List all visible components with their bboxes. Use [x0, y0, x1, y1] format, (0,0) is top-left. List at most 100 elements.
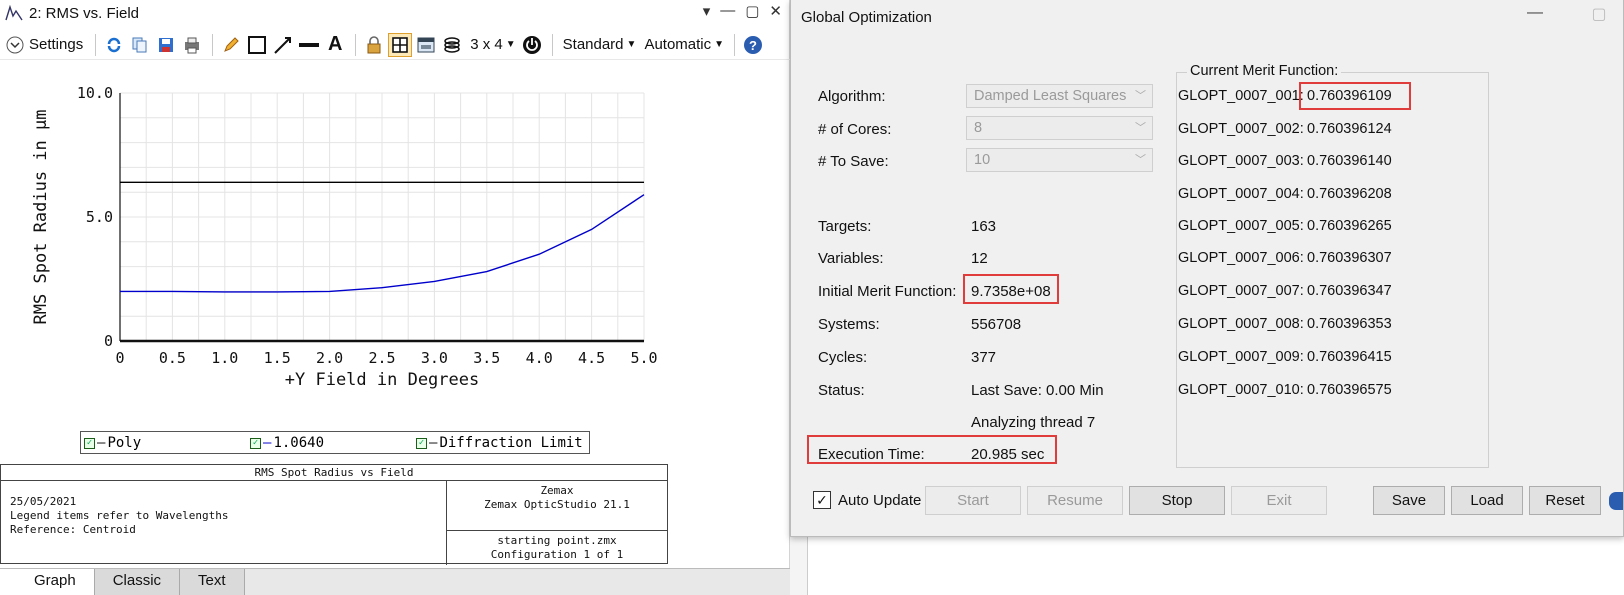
info-reference: Reference: Centroid [10, 523, 136, 536]
help-icon[interactable] [1609, 492, 1623, 510]
pencil-icon[interactable] [219, 33, 243, 57]
minimize-icon[interactable]: — [720, 2, 735, 20]
variables-value: 12 [971, 250, 988, 267]
merit-run-name: GLOPT_0007_004: [1178, 186, 1304, 202]
merit-run-name: GLOPT_0007_009: [1178, 349, 1304, 365]
toolbar-separator [355, 33, 357, 56]
chart-legend: ✓ — Poly ✓ —1.0640 ✓ — Diffraction Limit [80, 431, 590, 454]
variables-label: Variables: [818, 250, 884, 267]
line-icon[interactable] [297, 33, 321, 57]
info-box-right: Zemax Zemax OpticStudio 21.1 starting po… [446, 481, 667, 565]
to-save-label: # To Save: [818, 153, 889, 170]
reset-button[interactable]: Reset [1529, 486, 1601, 515]
chevron-down-icon: ﹀ [1135, 90, 1146, 102]
view-tabs: Graph Classic Text [0, 568, 790, 595]
load-button[interactable]: Load [1451, 486, 1523, 515]
dropdown-icon[interactable]: ▾ [703, 2, 711, 20]
y-axis-label: RMS Spot Radius in µm [31, 110, 51, 325]
copy-icon[interactable] [128, 33, 152, 57]
window-controls: ▾ — ▢ ✕ [703, 2, 782, 20]
rectangle-icon[interactable] [245, 33, 269, 57]
arrow-line-icon[interactable] [271, 33, 295, 57]
legend-dash: — [429, 435, 438, 451]
maximize-icon[interactable]: ▢ [1589, 4, 1609, 24]
x-tick-label: 5.0 [630, 349, 657, 367]
systems-value: 556708 [971, 316, 1022, 333]
text-tool-icon[interactable]: A [323, 33, 347, 57]
legend-item-wavelength: ✓ —1.0640 [250, 435, 324, 451]
close-icon[interactable]: ✕ [769, 2, 782, 20]
chevron-down-icon: ▼ [626, 39, 637, 50]
tab-graph[interactable]: Graph [0, 569, 95, 595]
standard-dropdown-label: Standard [562, 36, 624, 53]
settings-button[interactable]: Settings [29, 36, 83, 53]
legend-item-diffraction: ✓ — Diffraction Limit [416, 435, 583, 451]
x-tick-label: 3.5 [473, 349, 500, 367]
x-tick-label: 3.0 [421, 349, 448, 367]
merit-run-name: GLOPT_0007_003: [1178, 153, 1304, 169]
tab-classic[interactable]: Classic [94, 569, 181, 595]
info-filename: starting point.zmx [497, 534, 617, 547]
analysis-toolbar: Settings A 3 x 4 ▼ Standard ▼ Automatic ▼ ? [0, 30, 790, 60]
to-save-select[interactable]: 10 ﹀ [966, 148, 1153, 172]
start-button[interactable]: Start [925, 486, 1021, 515]
legend-dash: — [97, 435, 106, 451]
merit-run-name: GLOPT_0007_006: [1178, 250, 1304, 266]
x-tick-label: 4.5 [578, 349, 605, 367]
legend-item-poly: ✓ — Poly [84, 435, 141, 451]
layout-dropdown[interactable]: 3 x 4 ▼ [470, 36, 515, 53]
stop-button[interactable]: Stop [1129, 486, 1225, 515]
standard-dropdown[interactable]: Standard ▼ [563, 36, 637, 53]
chevron-down-icon: ▼ [505, 39, 516, 50]
tab-text[interactable]: Text [180, 569, 245, 595]
x-tick-label: 0 [115, 349, 124, 367]
highlight-box [1299, 82, 1411, 110]
merit-run-value: 0.760396265 [1307, 218, 1392, 234]
y-tick-label: 0 [104, 332, 113, 350]
merit-run-name: GLOPT_0007_005: [1178, 218, 1304, 234]
algorithm-label: Algorithm: [818, 88, 886, 105]
status-label: Status: [818, 382, 865, 399]
lock-icon[interactable] [362, 33, 386, 57]
window-layout-icon[interactable] [414, 33, 438, 57]
help-icon[interactable]: ? [741, 33, 765, 57]
dialog-title: Global Optimization [801, 9, 932, 26]
resume-button[interactable]: Resume [1027, 486, 1123, 515]
highlight-box [963, 274, 1059, 304]
info-legend-note: Legend items refer to Wavelengths [10, 509, 229, 522]
x-axis-label: +Y Field in Degrees [285, 370, 479, 390]
merit-run-name: GLOPT_0007_002: [1178, 121, 1304, 137]
save-icon[interactable] [154, 33, 178, 57]
legend-checkbox-icon[interactable]: ✓ [250, 437, 261, 449]
legend-checkbox-icon[interactable]: ✓ [84, 437, 95, 449]
y-tick-label: 10.0 [77, 84, 113, 102]
legend-checkbox-icon[interactable]: ✓ [416, 437, 427, 449]
y-tick-label: 5.0 [86, 208, 113, 226]
refresh-icon[interactable] [102, 33, 126, 57]
info-product: Zemax OpticStudio 21.1 [484, 498, 630, 511]
exit-button[interactable]: Exit [1231, 486, 1327, 515]
layout-dropdown-label: 3 x 4 [470, 36, 503, 53]
power-icon[interactable] [520, 33, 544, 57]
merit-run-value: 0.760396140 [1307, 153, 1392, 169]
automatic-dropdown[interactable]: Automatic ▼ [644, 36, 724, 53]
print-icon[interactable] [180, 33, 204, 57]
grid-layout-icon[interactable] [388, 32, 413, 57]
settings-chevron-icon[interactable] [3, 33, 27, 57]
legend-label: Diffraction Limit [439, 435, 583, 451]
info-configuration: Configuration 1 of 1 [490, 548, 624, 561]
info-box-notes: 25/05/2021 Legend items refer to Wavelen… [10, 495, 229, 537]
minimize-icon[interactable]: — [1525, 4, 1545, 24]
layers-icon[interactable] [440, 33, 464, 57]
save-button[interactable]: Save [1373, 486, 1445, 515]
toolbar-separator [95, 33, 97, 56]
auto-update-checkbox[interactable]: ✓ [813, 491, 831, 509]
legend-label: 1.0640 [273, 435, 325, 451]
to-save-select-value: 10 [974, 152, 991, 168]
cores-select[interactable]: 8 ﹀ [966, 116, 1153, 140]
cycles-label: Cycles: [818, 349, 868, 366]
maximize-icon[interactable]: ▢ [745, 2, 759, 20]
algorithm-select[interactable]: Damped Least Squares ﹀ [966, 84, 1153, 108]
merit-function-title: Current Merit Function: [1187, 63, 1342, 79]
info-file: starting point.zmx Configuration 1 of 1 [447, 532, 667, 562]
